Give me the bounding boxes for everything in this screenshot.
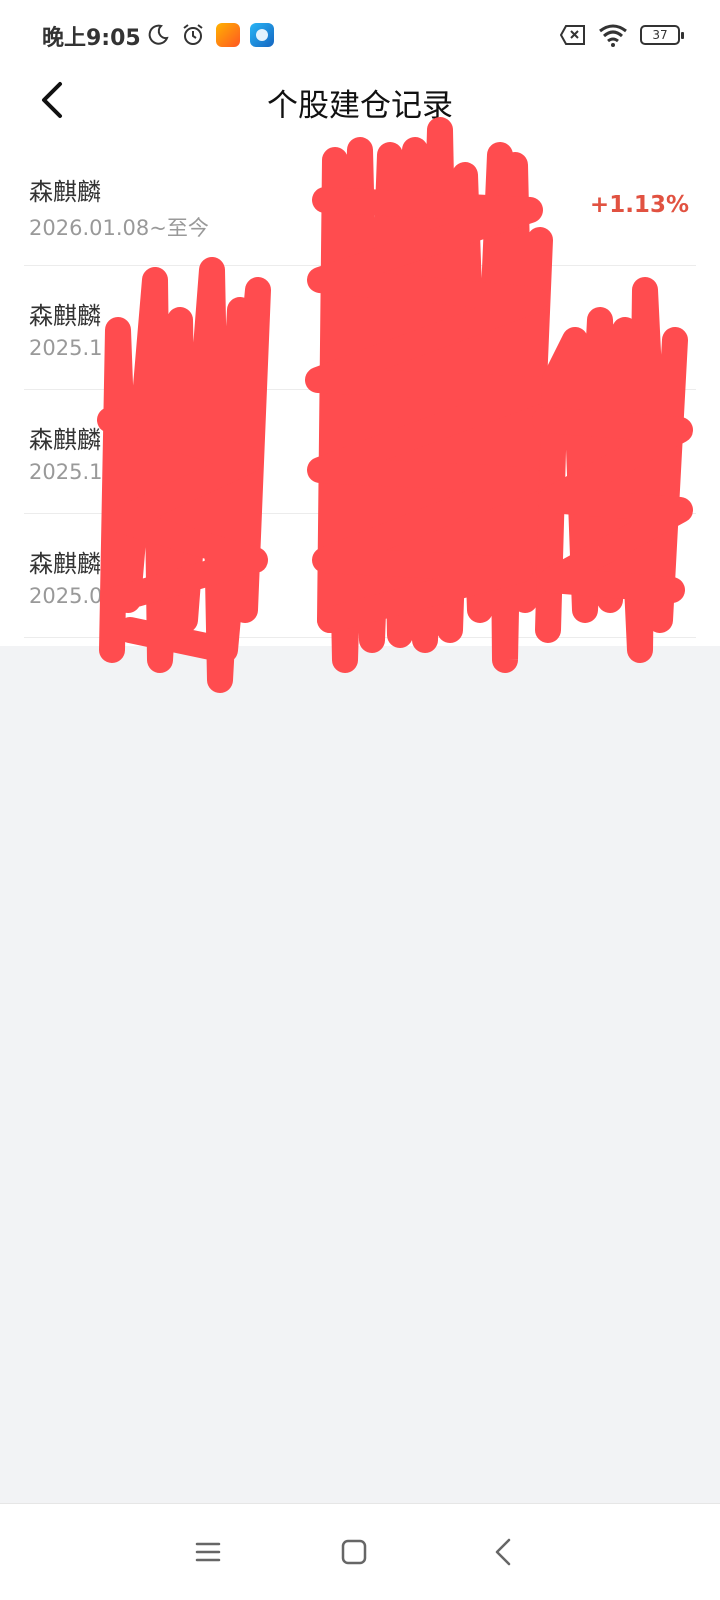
stock-name: 森麒麟 bbox=[29, 550, 101, 578]
home-button[interactable] bbox=[334, 1532, 374, 1572]
page-title: 个股建仓记录 bbox=[267, 88, 453, 124]
wifi-icon bbox=[599, 24, 627, 47]
status-left-icons bbox=[146, 20, 274, 50]
record-row[interactable]: 森麒麟 2025.12 bbox=[24, 390, 696, 514]
status-time: 晚上9:05 bbox=[42, 26, 141, 51]
return-percent: +1.13% bbox=[589, 192, 689, 218]
moon-icon bbox=[148, 24, 169, 45]
alarm-icon bbox=[183, 24, 203, 45]
app-badge-blue bbox=[250, 23, 274, 47]
back-chevron-icon bbox=[495, 1538, 511, 1566]
battery-icon: 37 bbox=[640, 25, 684, 45]
system-nav-bar bbox=[0, 1503, 720, 1600]
status-bar: 晚上9:05 37 bbox=[0, 0, 720, 70]
home-square-icon bbox=[341, 1539, 367, 1565]
hold-period: 2025.12 bbox=[29, 460, 116, 484]
stock-name: 森麒麟 bbox=[29, 426, 101, 454]
hold-period: 2025.1 bbox=[29, 336, 103, 360]
record-row[interactable]: 森麒麟 2025.02 bbox=[24, 514, 696, 638]
stock-name: 森麒麟 bbox=[29, 302, 101, 330]
menu-icon bbox=[195, 1542, 221, 1562]
header: 个股建仓记录 bbox=[0, 70, 720, 130]
records-list: 森麒麟 2026.01.08~至今 +1.13% 森麒麟 2025.1 森麒麟 … bbox=[0, 142, 720, 638]
record-row[interactable]: 森麒麟 2025.1 bbox=[24, 266, 696, 390]
nav-back-button[interactable] bbox=[484, 1532, 524, 1572]
stock-name: 森麒麟 bbox=[29, 178, 101, 206]
hold-period: 2026.01.08~至今 bbox=[29, 216, 209, 240]
app-badge-orange bbox=[216, 23, 240, 47]
sim-off-icon bbox=[560, 25, 585, 45]
hold-period: 2025.02 bbox=[29, 584, 116, 608]
menu-button[interactable] bbox=[188, 1532, 228, 1572]
status-right-icons: 37 bbox=[560, 20, 684, 50]
record-row[interactable]: 森麒麟 2026.01.08~至今 +1.13% bbox=[24, 142, 696, 266]
